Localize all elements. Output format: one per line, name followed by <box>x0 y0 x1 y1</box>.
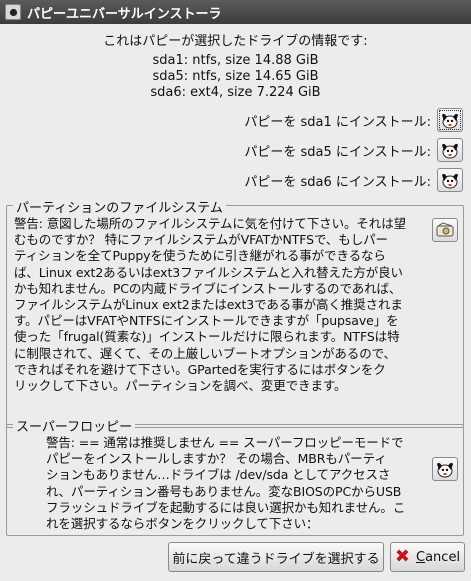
warning-line: フラッシュドライブを起動するには良い選択かも知れません。こ <box>46 499 406 515</box>
window-content: これはパピーが選択したドライブの情報です: sda1: ntfs, size 1… <box>0 24 471 581</box>
install-row-sda6: パピーを sda6 にインストール: <box>244 168 463 192</box>
warning-line: に制限されて、遅くて、その上厳しいブートオプションがあるので、 <box>14 345 396 361</box>
installer-window: パピーユニバーサルインストーラ これはパピーが選択したドライブの情報です: sd… <box>0 0 471 581</box>
install-sda6-button[interactable] <box>437 168 463 192</box>
install-sda5-button[interactable] <box>437 138 463 162</box>
cancel-label: ancel <box>425 549 461 565</box>
window-title: パピーユニバーサルインストーラ <box>27 6 222 22</box>
puppy-icon <box>442 173 458 189</box>
puppy-icon <box>442 143 458 159</box>
super-floppy-warning: 警告: == 通常は推奨しません == スーパーフロッピーモードで パピーをイン… <box>46 435 431 532</box>
cancel-x-icon: ✖ <box>394 546 411 567</box>
cancel-button[interactable]: ✖ Cancel <box>390 542 465 572</box>
cancel-accelerator: C <box>416 549 426 565</box>
warning-line: むものですか？ 特にファイルシステムがVFATかNTFSで、もしパー <box>14 232 388 248</box>
drive-info-sda5: sda5: ntfs, size 14.65 GiB <box>152 69 319 84</box>
warning-line: ば、Linux ext2あるいはext3ファイルシステムと入れ替えた方が良い <box>14 264 403 280</box>
warning-line: できればそれを避けて下さい。GPartedを実行するにはボタンをク <box>14 361 386 377</box>
warning-line: かも知れません。PCの内蔵ドライブにインストールするのであれば、 <box>14 280 402 296</box>
install-label-sda6: パピーを sda6 にインストール: <box>244 174 431 190</box>
drive-info-sda1: sda1: ntfs, size 14.88 GiB <box>152 53 319 68</box>
super-floppy-title: スーパーフロッピー <box>13 416 136 435</box>
super-floppy-button[interactable] <box>432 457 458 481</box>
install-row-sda5: パピーを sda5 にインストール: <box>244 138 463 162</box>
info-heading: これはパピーが選択したドライブの情報です: <box>103 34 368 49</box>
warning-line: れ、パーティション番号もありません。変なBIOSのPCからUSB <box>46 483 402 499</box>
gparted-icon <box>436 222 454 237</box>
warning-line: す。パピーはVFATやNTFSにインストールできますが「pupsave」を <box>14 313 399 329</box>
install-label-sda5: パピーを sda5 にインストール: <box>244 144 431 160</box>
back-select-drive-button[interactable]: 前に戻って違うドライブを選択する <box>168 542 384 572</box>
install-sda1-button[interactable] <box>437 108 463 132</box>
partition-fs-warning: 警告: 意図した場所のファイルシステムに気を付けて下さい。それは望 むものですか… <box>14 216 424 394</box>
warning-line: ティションを全てPuppyを使うために引き継がれる事ができるなら <box>14 248 386 264</box>
warning-line: 警告: == 通常は推奨しません == スーパーフロッピーモードで <box>46 435 404 450</box>
back-button-label: 前に戻って違うドライブを選択する <box>172 551 380 567</box>
warning-line: れを選択するならボタンをクリックして下さい： <box>46 516 319 532</box>
run-gparted-button[interactable] <box>432 218 458 242</box>
install-row-sda1: パピーを sda1 にインストール: <box>244 108 463 132</box>
app-icon <box>5 4 21 20</box>
warning-line: 使った「frugal(質素な)」インストールだけに限られます。NTFSは特 <box>14 329 400 345</box>
partition-fs-frame: パーティションのファイルシステム 警告: 意図した場所のファイルシステムに気を付… <box>6 197 464 428</box>
partition-fs-title: パーティションのファイルシステム <box>13 197 226 216</box>
title-bar[interactable]: パピーユニバーサルインストーラ <box>0 0 471 24</box>
install-label-sda1: パピーを sda1 にインストール: <box>244 114 431 130</box>
warning-line: ファイルシステムがLinux ext2またはext3である事が高く推奨されま <box>14 297 403 313</box>
warning-line: パピーをインストールしますか？ その場合、MBRもパーティ <box>46 451 387 467</box>
puppy-icon <box>437 462 453 478</box>
drive-info-sda6: sda6: ext4, size 7.224 GiB <box>150 85 321 100</box>
puppy-icon <box>442 113 458 129</box>
super-floppy-frame: スーパーフロッピー 警告: == 通常は推奨しません == スーパーフロッピーモ… <box>6 416 464 536</box>
warning-line: ションもありません…ドライブは /dev/sda としてアクセスさ <box>46 467 391 483</box>
warning-line: リックして下さい。パーティションを調べ、変更できます。 <box>14 378 347 394</box>
warning-line: 警告: 意図した場所のファイルシステムに気を付けて下さい。それは望 <box>14 216 407 231</box>
